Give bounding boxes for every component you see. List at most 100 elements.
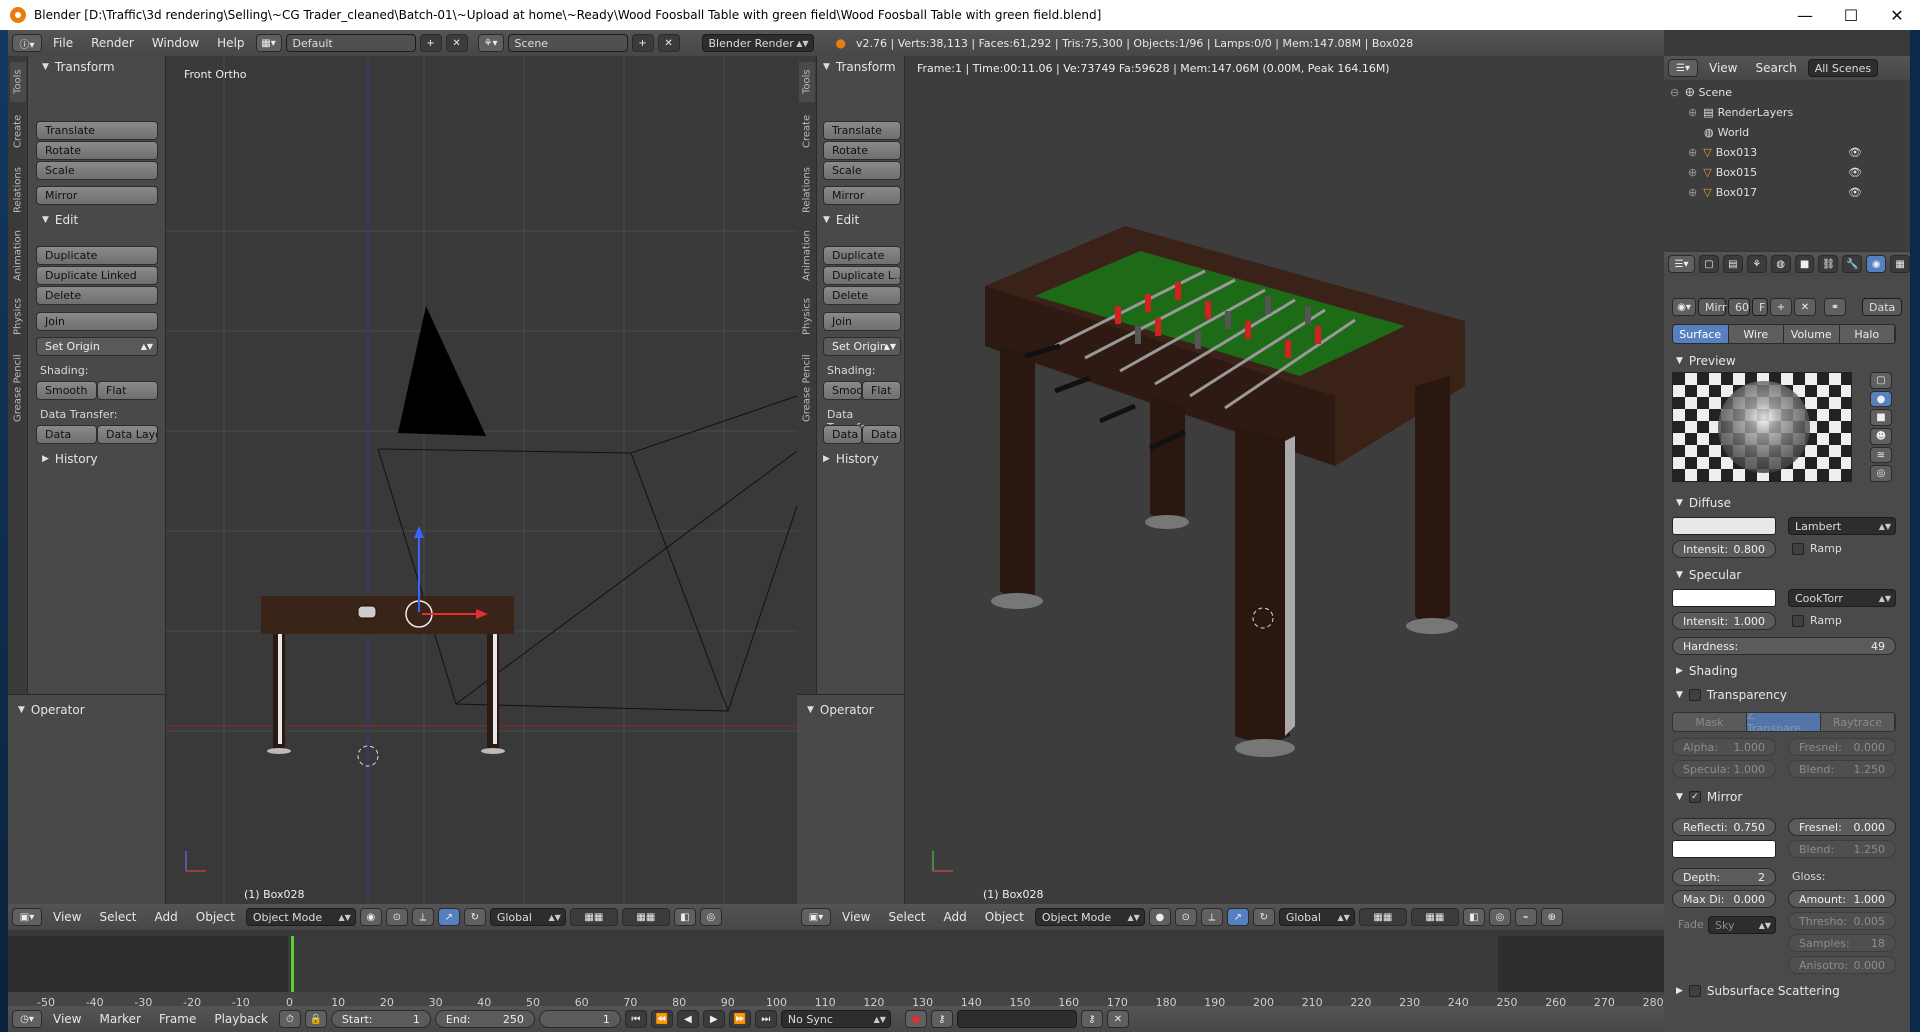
duplicate-linked-button-2[interactable]: Duplicate L... bbox=[823, 266, 901, 285]
rotate-button[interactable]: Rotate bbox=[36, 141, 158, 160]
max-distance-field[interactable]: Max Di: 0.000 bbox=[1672, 890, 1776, 908]
expand-icon[interactable]: ⊕ bbox=[1688, 186, 1697, 199]
end-frame-field[interactable]: End: 250 bbox=[434, 1010, 535, 1028]
scene-tab-icon[interactable]: ⚘ bbox=[1746, 255, 1767, 273]
timeline-marker-menu[interactable]: Marker bbox=[92, 1012, 147, 1026]
join-button-2[interactable]: Join bbox=[823, 312, 901, 331]
object-tab-icon[interactable]: ■ bbox=[1794, 255, 1815, 273]
editor-type-3dview-button[interactable]: ▣▾ bbox=[12, 908, 42, 926]
render-preview-icon-2[interactable]: ◎ bbox=[1488, 908, 1511, 926]
object-mode-dropdown[interactable]: Object Mode ▲▼ bbox=[245, 908, 356, 926]
material-users-field[interactable]: 60 bbox=[1728, 298, 1750, 316]
delete-keyframe-icon[interactable]: ✕ bbox=[1106, 1010, 1129, 1028]
data-transfer-button[interactable]: Data bbox=[36, 425, 97, 444]
transp-fresnel-field[interactable]: Fresnel: 0.000 bbox=[1788, 738, 1896, 756]
mirror-fresnel-field[interactable]: Fresnel: 0.000 bbox=[1788, 818, 1896, 836]
sss-section-header[interactable]: ▶ Subsurface Scattering bbox=[1676, 984, 1840, 998]
add-menu-2[interactable]: Add bbox=[937, 910, 974, 924]
operator-panel-header[interactable]: ▼ Operator bbox=[18, 703, 85, 717]
layers-tab-icon[interactable]: ▤ bbox=[1722, 255, 1743, 273]
fake-user-button[interactable]: F bbox=[1752, 298, 1768, 316]
manipulator-icon[interactable]: ⟂ bbox=[411, 908, 434, 926]
start-frame-field[interactable]: Start: 1 bbox=[330, 1010, 431, 1028]
view-menu[interactable]: View bbox=[46, 910, 88, 924]
object-mode-dropdown-2[interactable]: Object Mode ▲▼ bbox=[1034, 908, 1145, 926]
gloss-samples-field[interactable]: Samples: 18 bbox=[1788, 934, 1896, 952]
mirror-blend-field[interactable]: Blend: 1.250 bbox=[1788, 840, 1896, 858]
orientation-dropdown[interactable]: Global ▲▼ bbox=[489, 908, 566, 926]
next-keyframe-icon[interactable]: ⏩ bbox=[728, 1010, 751, 1028]
specular-shader-dropdown[interactable]: CookTorr ▲▼ bbox=[1788, 589, 1896, 607]
visibility-eye-icon[interactable]: 👁 bbox=[1848, 146, 1862, 159]
add-menu[interactable]: Add bbox=[148, 910, 185, 924]
mirror-button-2[interactable]: Mirror bbox=[823, 186, 901, 205]
data-layout-button-2[interactable]: Data bbox=[862, 425, 901, 444]
layers-grid-2-icon[interactable]: ▦▦ bbox=[621, 908, 670, 926]
new-material-icon[interactable]: + bbox=[1770, 298, 1792, 316]
flat-button-2[interactable]: Flat bbox=[862, 381, 901, 400]
history-panel-header[interactable]: ▶ History bbox=[42, 452, 98, 466]
specular-intensity-field[interactable]: Intensit: 1.000 bbox=[1672, 612, 1776, 630]
specular-ramp-checkbox[interactable]: Ramp bbox=[1792, 614, 1842, 627]
history-panel-header-2[interactable]: ▶ History bbox=[823, 452, 879, 466]
mask-tab[interactable]: Mask bbox=[1673, 713, 1747, 731]
mirror-button[interactable]: Mirror bbox=[36, 186, 158, 205]
delete-button[interactable]: Delete bbox=[36, 286, 158, 305]
smooth-button-2[interactable]: Smoo bbox=[823, 381, 862, 400]
scale-button-2[interactable]: Scale bbox=[823, 161, 901, 180]
constraints-tab-icon[interactable]: ⛓ bbox=[1818, 255, 1839, 273]
current-frame-marker[interactable] bbox=[291, 936, 294, 992]
tab-create[interactable]: Create bbox=[10, 106, 26, 156]
render-preview-icon[interactable]: ◎ bbox=[699, 908, 722, 926]
transform-panel-header-2[interactable]: ▼ Transform bbox=[823, 60, 896, 74]
texture-tab-icon[interactable]: ▦ bbox=[1890, 255, 1910, 273]
duplicate-button[interactable]: Duplicate bbox=[36, 246, 158, 265]
diffuse-color-swatch[interactable] bbox=[1672, 517, 1776, 535]
editor-type-3dview-button-2[interactable]: ▣▾ bbox=[801, 908, 831, 926]
tab-physics[interactable]: Physics bbox=[10, 292, 26, 342]
remove-layout-icon[interactable]: ✕ bbox=[445, 34, 468, 52]
diffuse-section-header[interactable]: ▼ Diffuse bbox=[1676, 496, 1731, 510]
play-icon[interactable]: ▶ bbox=[702, 1010, 725, 1028]
prev-keyframe-icon[interactable]: ⏪ bbox=[650, 1010, 673, 1028]
tab-tools-2[interactable]: Tools bbox=[799, 62, 815, 102]
editor-type-info-button[interactable]: ⓘ▾ bbox=[12, 34, 42, 52]
collapse-icon[interactable]: ⊖ bbox=[1670, 86, 1679, 99]
outliner-row-box013[interactable]: ⊕ ▽ Box013 👁 bbox=[1688, 144, 1862, 160]
set-origin-dropdown[interactable]: Set Origin ▲▼ bbox=[36, 337, 158, 356]
viewport-shading-icon-2[interactable]: ● bbox=[1148, 908, 1171, 926]
tab-create-2[interactable]: Create bbox=[799, 106, 815, 156]
timeline-frame-menu[interactable]: Frame bbox=[152, 1012, 203, 1026]
diffuse-ramp-checkbox[interactable]: Ramp bbox=[1792, 542, 1842, 555]
outliner-row-scene[interactable]: ⊖ 🜨 Scene bbox=[1670, 84, 1732, 100]
preview-cube-icon[interactable]: ■ bbox=[1870, 409, 1892, 427]
preview-sky-icon[interactable]: ◎ bbox=[1870, 465, 1892, 483]
preview-flat-icon[interactable]: ▢ bbox=[1870, 372, 1892, 389]
scale-button[interactable]: Scale bbox=[36, 161, 158, 180]
transparency-section-header[interactable]: ▼ Transparency bbox=[1676, 688, 1787, 702]
manipulator-icon-2[interactable]: ⟂ bbox=[1200, 908, 1223, 926]
menu-file[interactable]: File bbox=[46, 36, 80, 50]
gloss-amount-field[interactable]: Amount: 1.000 bbox=[1788, 890, 1896, 908]
menu-window[interactable]: Window bbox=[145, 36, 206, 50]
wire-tab[interactable]: Wire bbox=[1728, 325, 1784, 343]
transp-blend-field[interactable]: Blend: 1.250 bbox=[1788, 760, 1896, 778]
timeline-view-menu[interactable]: View bbox=[46, 1012, 88, 1026]
z-transparency-tab[interactable]: Z Transpare... bbox=[1747, 713, 1821, 731]
keying-set-icon[interactable]: ⚷ bbox=[930, 1010, 953, 1028]
transform-panel-header[interactable]: ▼ Transform bbox=[42, 60, 115, 74]
record-icon[interactable]: ● bbox=[904, 1010, 927, 1028]
delete-button-2[interactable]: Delete bbox=[823, 286, 901, 305]
lock-time-icon[interactable]: 🔒 bbox=[304, 1010, 327, 1028]
render-tab-icon[interactable]: ▢ bbox=[1699, 255, 1719, 273]
translate-button-2[interactable]: Translate bbox=[823, 121, 901, 140]
tab-physics-2[interactable]: Physics bbox=[799, 292, 815, 342]
specular-alpha-field[interactable]: Specula: 1.000 bbox=[1672, 760, 1776, 778]
left-3d-viewport[interactable]: Front Ortho (1) Box028 bbox=[166, 56, 797, 904]
flat-button[interactable]: Flat bbox=[97, 381, 158, 400]
specular-section-header[interactable]: ▼ Specular bbox=[1676, 568, 1741, 582]
raytrace-tab[interactable]: Raytrace bbox=[1821, 713, 1895, 731]
edit-panel-header[interactable]: ▼ Edit bbox=[42, 213, 78, 227]
scene-icon[interactable]: ⚘▾ bbox=[477, 34, 504, 52]
join-button[interactable]: Join bbox=[36, 312, 158, 331]
